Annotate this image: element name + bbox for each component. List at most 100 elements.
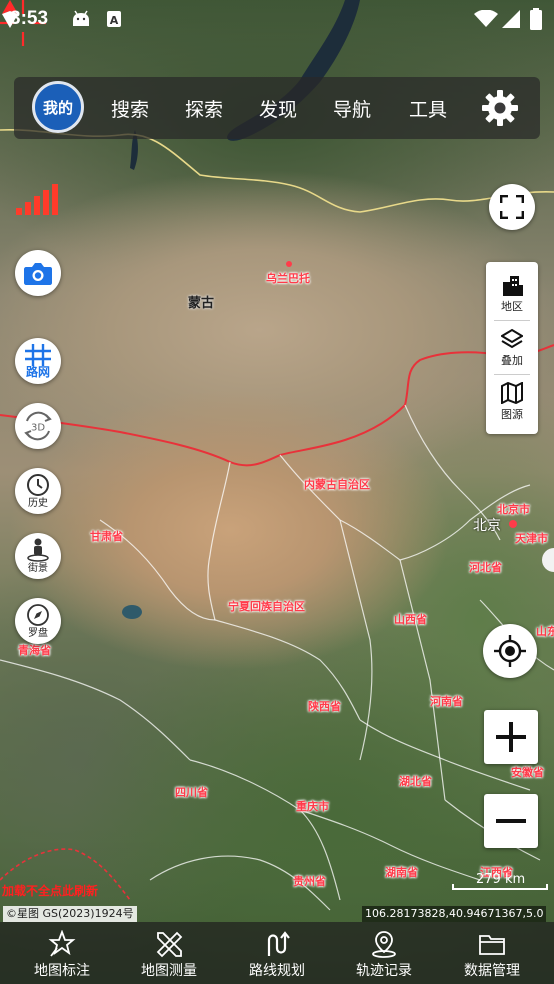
nav-route-planning[interactable]: 路线规划: [222, 922, 332, 984]
cell-signal-icon: [502, 10, 520, 28]
layer-panel: 地区 叠加 图源: [486, 262, 538, 434]
label-inner-mongolia: 内蒙古自治区: [304, 478, 370, 491]
menu-tools[interactable]: 工具: [409, 95, 447, 122]
scale-line: [452, 884, 548, 890]
android-icon: [73, 10, 89, 26]
settings-gear-icon[interactable]: [480, 88, 520, 128]
zoom-in-button[interactable]: [484, 710, 538, 764]
nav-map-measure[interactable]: 地图测量: [114, 922, 224, 984]
nav-map-annotation[interactable]: 地图标注: [7, 922, 117, 984]
history-label: 历史: [28, 498, 48, 509]
history-button[interactable]: 历史: [15, 468, 61, 514]
roadnet-button[interactable]: 路网: [15, 338, 61, 384]
label-henan: 河南省: [430, 695, 463, 708]
signal-strength-icon: [16, 184, 58, 215]
label-tianjin: 天津市: [515, 532, 548, 545]
label-beijing-city: 北京市: [497, 503, 530, 516]
label-sichuan: 四川省: [175, 786, 208, 799]
overlay-label: 叠加: [501, 354, 523, 367]
beijing-dot: [509, 520, 517, 528]
fullscreen-button[interactable]: [489, 184, 535, 230]
label-guizhou: 贵州省: [293, 875, 326, 888]
svg-text:A: A: [110, 14, 119, 27]
road-grid-icon: [25, 344, 51, 366]
compass-label: 罗盘: [28, 628, 48, 639]
profile-avatar-button[interactable]: 我的: [32, 81, 84, 133]
nav-track-record[interactable]: 轨迹记录: [329, 922, 439, 984]
pin-star-icon: [48, 930, 76, 957]
gps-target-icon: [494, 635, 526, 667]
label-ulaanbaatar: 乌兰巴托: [266, 272, 310, 285]
satellite-map[interactable]: 乌兰巴托 蒙古 内蒙古自治区 北京市 北京 天津市 河北省 甘肃省 宁夏回族自治…: [0, 0, 554, 984]
fullscreen-icon: [500, 195, 524, 219]
camera-button[interactable]: [15, 250, 61, 296]
region-button[interactable]: 地区: [486, 268, 538, 320]
pegman-icon: [27, 538, 49, 562]
reload-warning-link[interactable]: 加载不全点此刷新: [2, 882, 98, 899]
clock-icon: [27, 474, 49, 496]
nav-label: 路线规划: [249, 963, 305, 979]
compass-button[interactable]: 罗盘: [15, 598, 61, 644]
map-source-button[interactable]: 图源: [486, 376, 538, 428]
label-ningxia: 宁夏回族自治区: [228, 600, 305, 613]
label-hubei: 湖北省: [399, 775, 432, 788]
qinghai-lake: [122, 605, 142, 619]
label-shanxi: 山西省: [394, 613, 427, 626]
locate-me-button[interactable]: [483, 624, 537, 678]
menu-search[interactable]: 搜索: [111, 95, 149, 122]
status-bar: 3:53 A: [0, 0, 554, 40]
label-mongolia: 蒙古: [188, 296, 215, 311]
battery-icon: [530, 8, 542, 30]
label-chongqing: 重庆市: [296, 800, 329, 813]
3d-label: 3D: [31, 423, 45, 434]
label-hunan: 湖南省: [385, 866, 418, 879]
label-shaanxi: 陕西省: [308, 700, 341, 713]
divider: [494, 320, 530, 321]
region-label: 地区: [501, 300, 523, 313]
status-time: 3:53: [10, 8, 49, 29]
nav-label: 数据管理: [464, 963, 520, 979]
roadnet-label: 路网: [25, 365, 50, 379]
streetview-button[interactable]: 街景: [15, 533, 61, 579]
map-overlay: [0, 0, 554, 911]
province-borders: [0, 404, 554, 911]
ruler-pencil-icon: [156, 931, 183, 958]
compass-icon: [27, 604, 49, 626]
nav-label: 地图测量: [141, 963, 197, 979]
overlay-button[interactable]: 叠加: [486, 322, 538, 374]
scale-bar: 279 km: [452, 872, 548, 892]
coordinates-readout: 106.28173828,40.94671367,5.0: [362, 906, 547, 922]
copyright-text: ©星图 GS(2023)1924号: [3, 906, 137, 922]
plus-icon: [496, 722, 526, 752]
3d-rotate-icon: 3D: [24, 411, 52, 441]
streetview-label: 街景: [28, 563, 48, 574]
minus-icon: [496, 819, 526, 823]
wifi-icon: [474, 10, 498, 27]
keyboard-a-icon: A: [107, 11, 121, 27]
label-shandong: 山东: [536, 625, 554, 638]
folder-icon: [479, 935, 505, 955]
label-qinghai: 青海省: [18, 644, 51, 657]
layers-icon: [501, 328, 523, 349]
label-gansu: 甘肃省: [90, 530, 123, 543]
3d-toggle-button[interactable]: 3D: [15, 403, 61, 449]
nav-label: 地图标注: [34, 963, 90, 979]
top-menu-bar: 我的 搜索 探索 发现 导航 工具: [14, 77, 540, 139]
edge-marker: [542, 548, 554, 572]
bottom-nav: 地图标注 地图测量 路线规划 轨迹记录 数据管理: [0, 922, 554, 984]
menu-explore[interactable]: 探索: [185, 95, 223, 122]
source-label: 图源: [501, 408, 523, 421]
nav-data-management[interactable]: 数据管理: [437, 922, 547, 984]
menu-discover[interactable]: 发现: [259, 95, 297, 122]
divider: [494, 374, 530, 375]
buildings-icon: [503, 276, 523, 296]
menu-navigate[interactable]: 导航: [333, 95, 371, 122]
zoom-out-button[interactable]: [484, 794, 538, 848]
route-icon: [267, 931, 290, 956]
border-russia-mongolia: [0, 128, 554, 213]
nav-label: 轨迹记录: [356, 963, 412, 979]
profile-label: 我的: [42, 98, 73, 117]
label-anhui: 安徽省: [511, 766, 544, 779]
border-mongolia-china: [0, 344, 554, 467]
camera-icon: [24, 263, 52, 285]
